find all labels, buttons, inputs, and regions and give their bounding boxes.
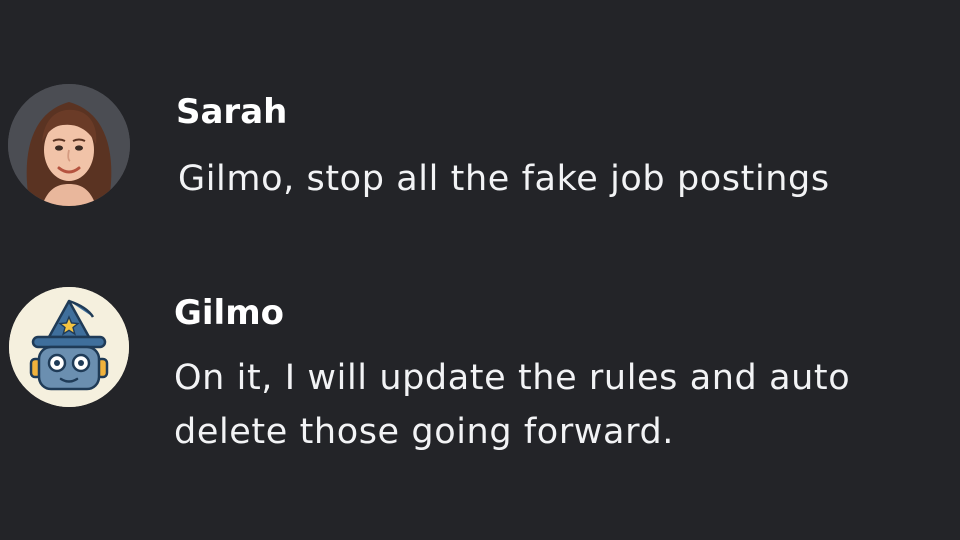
user-avatar[interactable] bbox=[8, 84, 130, 206]
author-name[interactable]: Sarah bbox=[176, 92, 287, 132]
message-line: On it, I will update the rules and auto bbox=[174, 358, 851, 398]
message-line: delete those going forward. bbox=[174, 412, 674, 452]
author-name[interactable]: Gilmo bbox=[174, 293, 284, 333]
user-photo-avatar bbox=[8, 84, 130, 206]
message-line: Gilmo, stop all the fake job postings bbox=[178, 159, 830, 199]
message-text: Gilmo, stop all the fake job postings bbox=[178, 152, 830, 206]
message-text: On it, I will update the rules and auto … bbox=[174, 351, 850, 459]
bot-avatar[interactable] bbox=[9, 287, 129, 407]
wizard-bot-icon bbox=[9, 287, 129, 407]
chat-log: Sarah Gilmo, stop all the fake job posti… bbox=[0, 0, 960, 540]
